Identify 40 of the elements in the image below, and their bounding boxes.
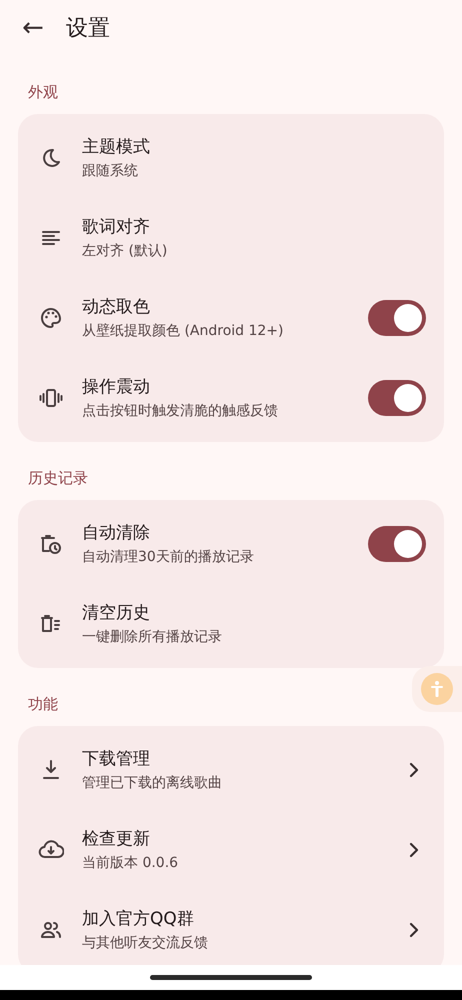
settings-item[interactable]: 清空历史 一键删除所有播放记录 [18,584,444,664]
toggle-switch[interactable] [368,380,426,416]
settings-item[interactable]: 操作震动 点击按钮时触发清脆的触感反馈 [18,358,444,438]
item-title: 清空历史 [82,602,151,625]
item-title: 主题模式 [82,136,151,159]
item-subtitle: 一键删除所有播放记录 [82,628,223,647]
item-subtitle: 跟随系统 [82,162,139,181]
item-title: 操作震动 [82,376,151,399]
item-subtitle: 左对齐 (默认) [82,242,168,261]
item-title: 加入官方QQ群 [82,908,195,931]
section-title: 功能 [28,694,58,715]
item-title: 下载管理 [82,748,151,771]
back-button[interactable]: ← [20,15,46,41]
item-title: 检查更新 [82,828,151,851]
settings-item[interactable]: 歌词对齐 左对齐 (默认) [18,198,444,278]
item-title: 自动清除 [82,522,151,545]
chevron-right-icon [408,762,420,778]
item-subtitle: 从壁纸提取颜色 (Android 12+) [82,322,284,341]
settings-item[interactable]: 自动清除 自动清理30天前的播放记录 [18,504,444,584]
chevron-right-icon [408,842,420,858]
item-title: 动态取色 [82,296,151,319]
section-title: 外观 [28,82,58,103]
settings-item[interactable]: 检查更新 当前版本 0.0.6 [18,810,444,890]
toggle-switch[interactable] [368,300,426,336]
item-subtitle: 自动清理30天前的播放记录 [82,548,255,567]
item-subtitle: 当前版本 0.0.6 [82,854,180,873]
settings-item[interactable]: 动态取色 从壁纸提取颜色 (Android 12+) [18,278,444,358]
item-subtitle: 点击按钮时触发清脆的触感反馈 [82,402,279,421]
section-title: 历史记录 [28,468,88,489]
toggle-switch[interactable] [368,526,426,562]
item-title: 歌词对齐 [82,216,151,239]
settings-item[interactable]: 下载管理 管理已下载的离线歌曲 [18,730,444,810]
page-title: 设置 [66,14,110,42]
settings-item[interactable]: 主题模式 跟随系统 [18,118,444,198]
accessibility-icon [421,673,453,705]
settings-item[interactable]: 加入官方QQ群 与其他听友交流反馈 [18,890,444,965]
palette-icon [38,305,64,331]
item-subtitle: 与其他听友交流反馈 [82,934,209,953]
chevron-right-icon [408,922,420,938]
item-subtitle: 管理已下载的离线歌曲 [82,774,223,793]
